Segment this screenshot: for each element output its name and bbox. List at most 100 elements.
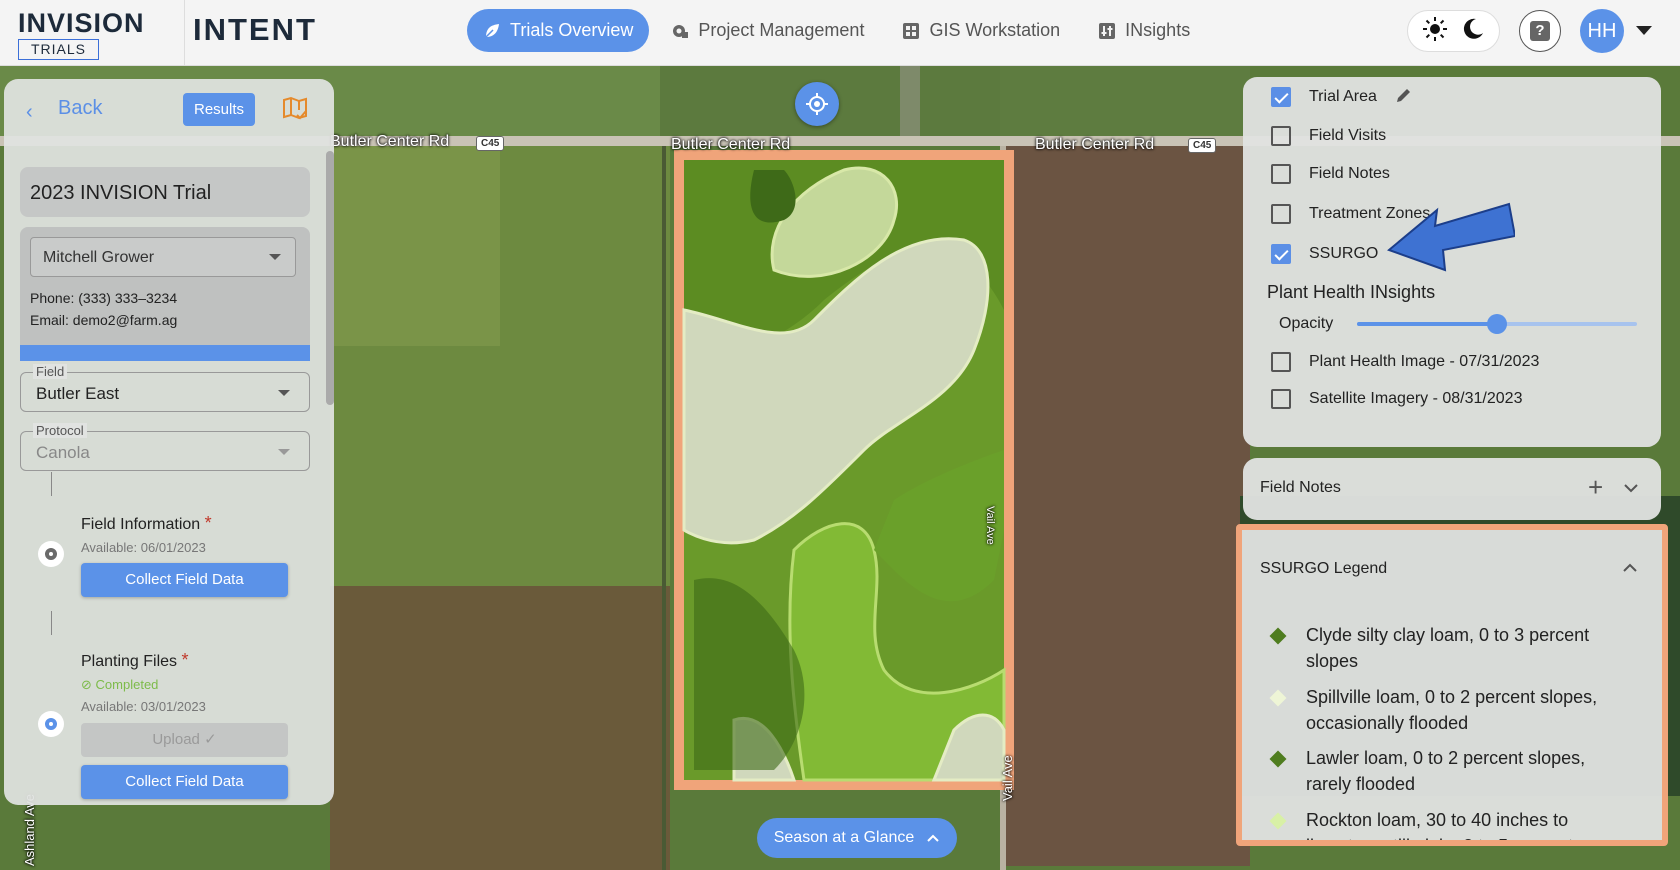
sun-icon[interactable]	[1422, 16, 1448, 47]
intent-logo[interactable]: INTENT	[193, 12, 317, 48]
field-value: Butler East	[36, 384, 120, 403]
tab-project-management[interactable]: Project Management	[655, 9, 880, 52]
tab-label: INsights	[1125, 20, 1191, 40]
layer-label: Satellite Imagery - 08/31/2023	[1309, 390, 1523, 407]
checkbox[interactable]	[1271, 389, 1291, 409]
road-label: Vail Ave	[1000, 755, 1015, 801]
chevron-up-icon	[927, 834, 939, 842]
checkbox[interactable]	[1271, 204, 1291, 224]
tab-label: GIS Workstation	[929, 20, 1061, 40]
legend-title: SSURGO Legend	[1260, 560, 1388, 577]
trials-logo-tag: TRIALS	[18, 39, 99, 60]
checkbox[interactable]	[1271, 126, 1291, 146]
layer-plant-health-image[interactable]: Plant Health Image - 07/31/2023	[1271, 349, 1539, 375]
legend-swatch	[1269, 812, 1287, 830]
crosshair-icon	[806, 93, 828, 115]
layer-satellite-imagery[interactable]: Satellite Imagery - 08/31/2023	[1271, 386, 1522, 412]
opacity-slider-thumb[interactable]	[1487, 314, 1507, 334]
pencil-icon[interactable]	[1395, 86, 1413, 109]
user-avatar[interactable]: HH	[1580, 9, 1624, 53]
legend-swatch	[1269, 689, 1287, 707]
logo-divider	[184, 0, 185, 66]
opacity-slider-fill	[1357, 322, 1497, 326]
legend-label: Rockton loam, 30 to 40 inches to limesto…	[1306, 810, 1574, 846]
checkbox[interactable]	[1271, 87, 1291, 107]
grower-select[interactable]: Mitchell Grower	[30, 237, 296, 277]
legend-label: Clyde silty clay loam, 0 to 3 percent sl…	[1306, 625, 1590, 671]
results-button[interactable]: Results	[183, 93, 255, 126]
grid-icon	[902, 22, 920, 40]
scrollbar[interactable]	[326, 151, 334, 405]
sliders-icon	[1098, 22, 1116, 40]
tab-trials-overview[interactable]: Trials Overview	[467, 9, 650, 52]
layer-ssurgo[interactable]: SSURGO	[1271, 241, 1378, 267]
layer-label: Field Notes	[1309, 165, 1390, 182]
back-button[interactable]: Back	[58, 97, 102, 120]
check-circle-icon: ⊘	[81, 677, 92, 692]
moon-icon[interactable]	[1461, 17, 1485, 46]
chevron-down-icon[interactable]	[1623, 480, 1639, 498]
legend-item: Clyde silty clay loam, 0 to 3 percent sl…	[1269, 622, 1632, 674]
grower-value: Mitchell Grower	[43, 249, 155, 266]
protocol-select[interactable]: Protocol Canola	[20, 423, 310, 471]
chevron-down-icon	[278, 390, 290, 396]
layer-trial-area[interactable]: Trial Area	[1271, 84, 1413, 110]
plant-health-title: Plant Health INsights	[1267, 282, 1436, 302]
layer-label: Field Visits	[1309, 127, 1387, 144]
tab-insights[interactable]: INsights	[1082, 9, 1206, 52]
upload-button[interactable]: Upload ✓	[81, 723, 288, 757]
field-label: Field	[33, 364, 68, 379]
protocol-value: Canola	[36, 443, 90, 462]
trial-details-panel: ‹ Back Results 2023 INVISION Trial Mitch…	[4, 79, 334, 805]
grower-card: Mitchell Grower Phone: (333) 333–3234 Em…	[20, 227, 310, 361]
layer-field-notes[interactable]: Field Notes	[1271, 161, 1390, 187]
chevron-down-icon[interactable]	[1636, 26, 1652, 35]
collect-field-data-button[interactable]: Collect Field Data	[81, 765, 288, 799]
add-note-button[interactable]: +	[1588, 472, 1603, 503]
step-radio-field-information[interactable]	[38, 541, 64, 567]
help-icon: ?	[1530, 21, 1550, 41]
legend-label: Lawler loam, 0 to 2 percent slopes, rare…	[1306, 748, 1586, 794]
field-select[interactable]: Field Butler East	[20, 364, 310, 412]
arrow-annotation-icon	[1387, 202, 1515, 272]
season-at-a-glance-button[interactable]: Season at a Glance	[757, 818, 957, 858]
step-title: Planting Files *	[81, 650, 189, 670]
card-accent-bar	[20, 345, 310, 361]
road-badge: C45	[1188, 138, 1217, 153]
checkbox[interactable]	[1271, 164, 1291, 184]
collect-field-data-button[interactable]: Collect Field Data	[81, 563, 288, 597]
layer-label: Trial Area	[1309, 88, 1377, 105]
gear-cube-icon	[671, 22, 689, 40]
locate-button[interactable]	[795, 82, 839, 126]
theme-toggle[interactable]	[1407, 10, 1500, 52]
grower-phone: Phone: (333) 333–3234	[30, 290, 178, 306]
legend-item: Spillville loam, 0 to 2 percent slopes, …	[1269, 684, 1632, 736]
map-check-icon[interactable]	[282, 96, 308, 122]
field-notes-panel[interactable]: Field Notes +	[1243, 458, 1661, 520]
step-available: Available: 06/01/2023	[81, 540, 206, 555]
legend-label: Spillville loam, 0 to 2 percent slopes, …	[1306, 687, 1598, 733]
step-available: Available: 03/01/2023	[81, 699, 206, 714]
help-button[interactable]: ?	[1519, 10, 1561, 52]
tab-gis-workstation[interactable]: GIS Workstation	[886, 9, 1076, 52]
invision-logo[interactable]: INVISION	[18, 8, 145, 39]
field-notes-title: Field Notes	[1260, 479, 1341, 496]
panel-toolbar: ‹ Back Results	[4, 79, 334, 139]
layer-field-visits[interactable]: Field Visits	[1271, 123, 1386, 149]
checkbox[interactable]	[1271, 352, 1291, 372]
check-circle-icon: ✓	[204, 731, 217, 748]
layer-label: SSURGO	[1309, 245, 1379, 262]
step-radio-planting-files[interactable]	[38, 711, 64, 737]
chevron-up-icon[interactable]	[1622, 560, 1638, 578]
trial-area-field[interactable]	[674, 150, 1014, 790]
checkbox[interactable]	[1271, 244, 1291, 264]
legend-swatch	[1269, 627, 1287, 645]
road-label: Butler Center Rd	[330, 133, 450, 150]
opacity-slider[interactable]	[1357, 314, 1637, 334]
road-badge: C45	[476, 136, 505, 151]
protocol-label: Protocol	[33, 423, 87, 438]
road-label: Vail Ave	[984, 506, 996, 545]
chevron-left-icon[interactable]: ‹	[26, 101, 33, 124]
map-layers-panel: Trial Area Field Visits Field Notes Trea…	[1243, 77, 1661, 447]
legend-swatch	[1269, 750, 1287, 768]
